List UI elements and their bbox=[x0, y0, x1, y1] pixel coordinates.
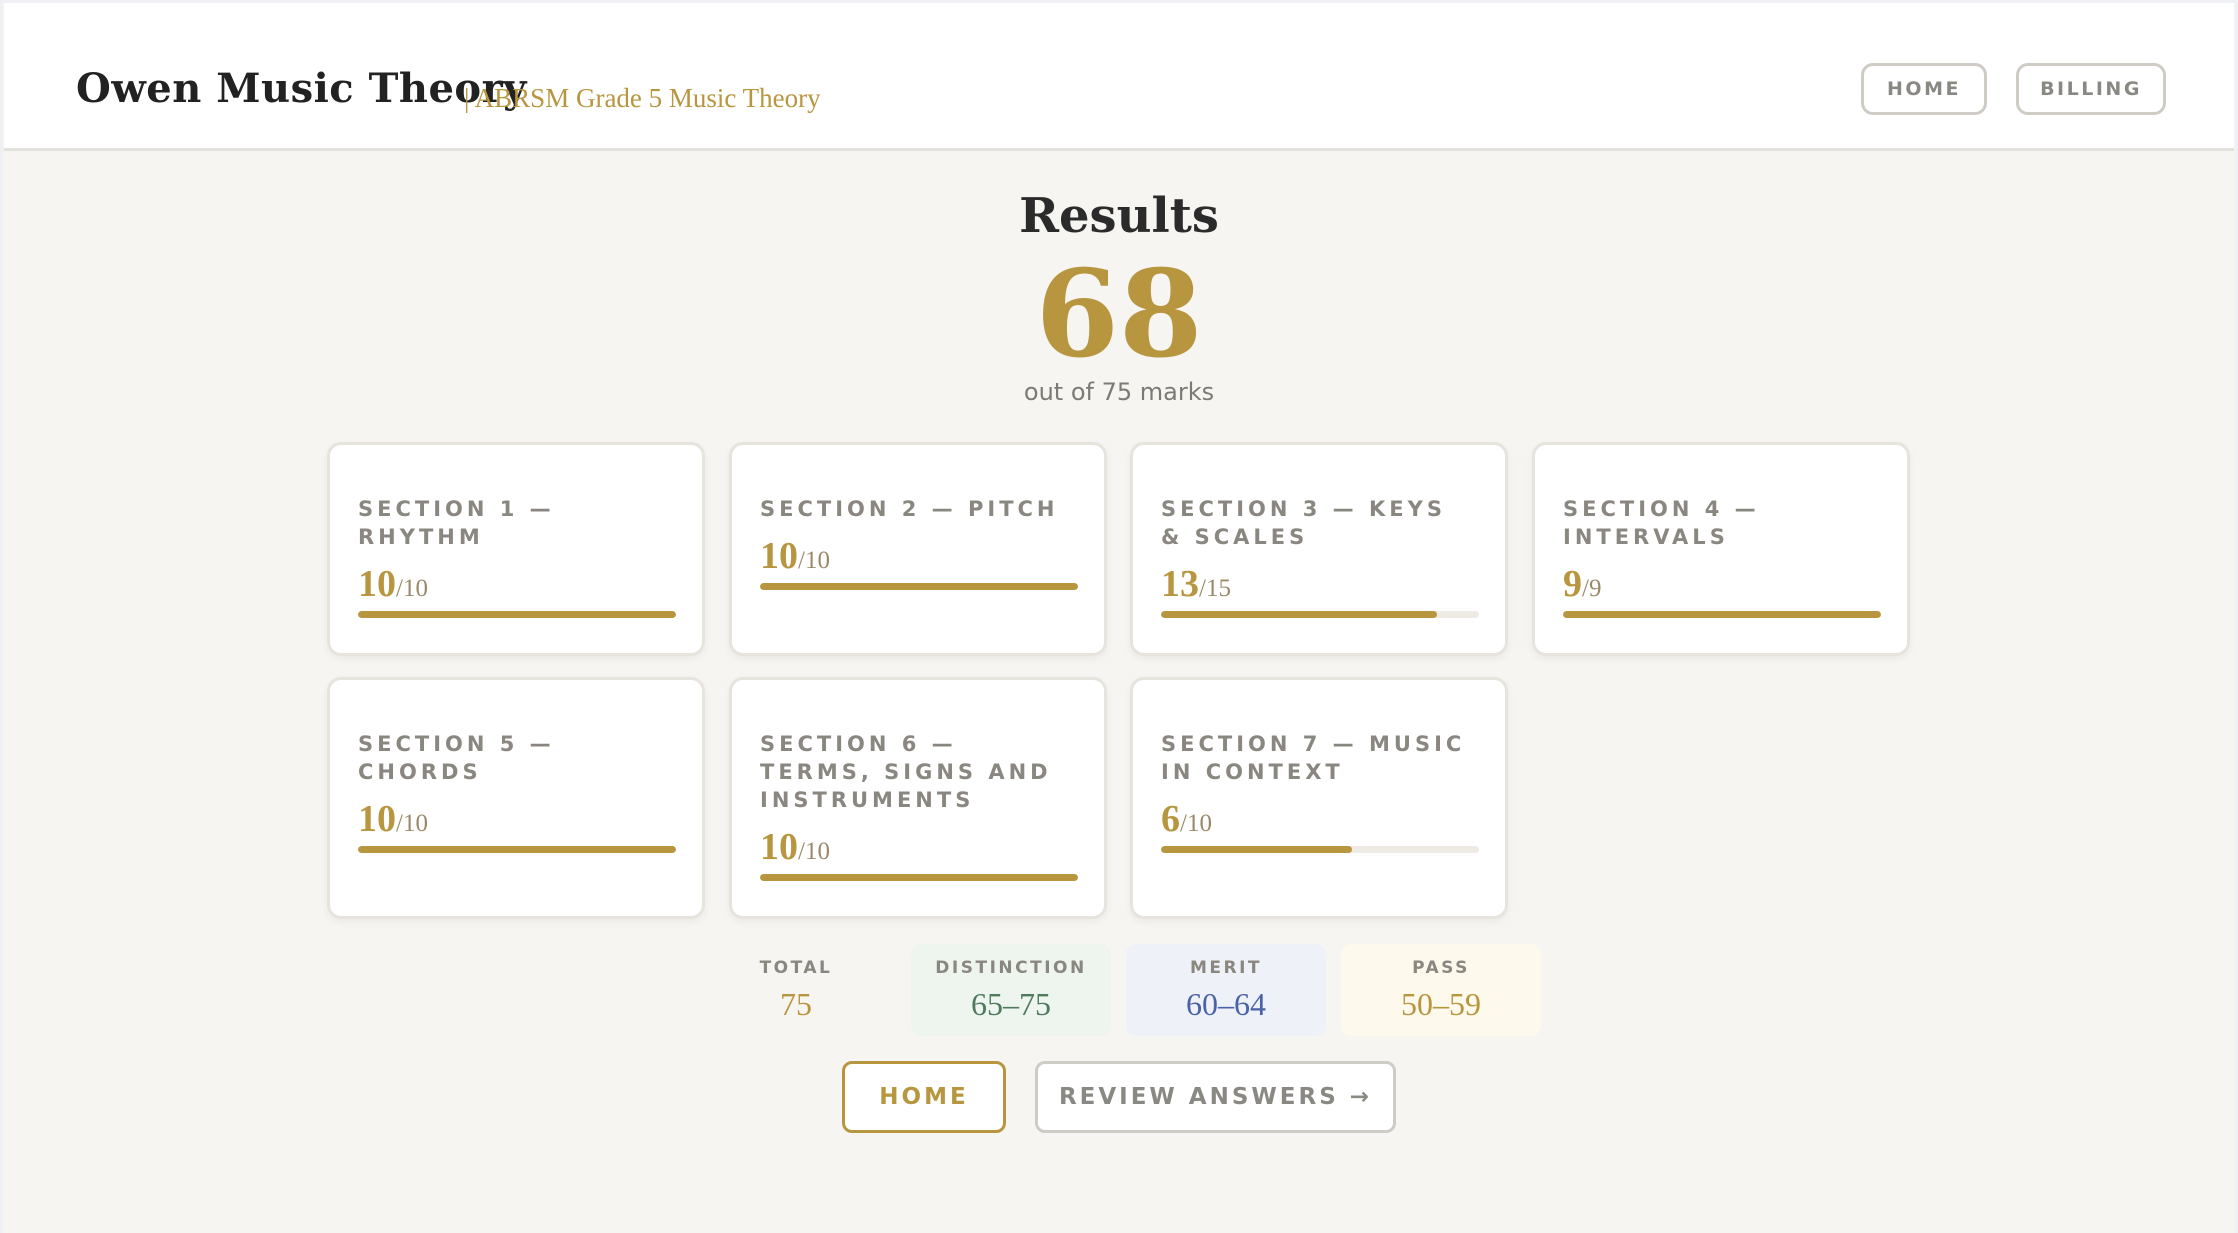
score-max: /10 bbox=[798, 838, 830, 865]
score-max: /10 bbox=[798, 547, 830, 574]
score-value: 10 bbox=[358, 798, 396, 840]
section-score: 10/10 bbox=[760, 537, 1076, 575]
score-value: 13 bbox=[1161, 563, 1199, 605]
section-title: SECTION 3 — KEYS & SCALES bbox=[1161, 497, 1446, 549]
nav-home-button[interactable]: HOME bbox=[1861, 63, 1987, 115]
grade-label: PASS bbox=[1412, 958, 1470, 978]
section-progress-bar bbox=[358, 846, 676, 853]
score-max: /9 bbox=[1582, 575, 1602, 602]
section-progress-bar bbox=[1161, 846, 1479, 853]
brand-title[interactable]: Owen Music Theory bbox=[76, 65, 527, 112]
grade-label: MERIT bbox=[1189, 958, 1263, 978]
progress-fill bbox=[358, 611, 676, 618]
grade-label: TOTAL bbox=[759, 958, 833, 978]
section-progress-bar bbox=[760, 583, 1078, 590]
section-card-3: SECTION 3 — KEYS & SCALES 13/15 bbox=[1130, 442, 1508, 656]
section-card-2: SECTION 2 — PITCH 10/10 bbox=[729, 442, 1107, 656]
grade-label: DISTINCTION bbox=[935, 958, 1087, 978]
section-score: 6/10 bbox=[1161, 800, 1477, 838]
section-card-4: SECTION 4 — INTERVALS 9/9 bbox=[1532, 442, 1910, 656]
section-score: 10/10 bbox=[760, 828, 1076, 866]
section-title: SECTION 5 — CHORDS bbox=[358, 732, 555, 784]
top-header: Owen Music Theory | ABRSM Grade 5 Music … bbox=[4, 3, 2234, 151]
section-score: 9/9 bbox=[1563, 565, 1879, 603]
section-title: SECTION 6 — TERMS, SIGNS AND INSTRUMENTS bbox=[760, 732, 1052, 812]
section-progress-bar bbox=[358, 611, 676, 618]
section-card-6: SECTION 6 — TERMS, SIGNS AND INSTRUMENTS… bbox=[729, 677, 1107, 919]
grade-value: 65–75 bbox=[971, 986, 1051, 1022]
home-button[interactable]: HOME bbox=[842, 1061, 1006, 1133]
section-card-5: SECTION 5 — CHORDS 10/10 bbox=[327, 677, 705, 919]
progress-fill bbox=[358, 846, 676, 853]
section-score: 10/10 bbox=[358, 800, 674, 838]
section-progress-bar bbox=[1161, 611, 1479, 618]
section-progress-bar bbox=[1563, 611, 1881, 618]
score-max: /10 bbox=[396, 810, 428, 837]
score-max: /10 bbox=[396, 575, 428, 602]
score-value: 10 bbox=[760, 535, 798, 577]
grade-value: 75 bbox=[780, 986, 812, 1022]
section-card-7: SECTION 7 — MUSIC IN CONTEXT 6/10 bbox=[1130, 677, 1508, 919]
review-answers-button[interactable]: REVIEW ANSWERS → bbox=[1035, 1061, 1396, 1133]
progress-fill bbox=[1161, 846, 1352, 853]
progress-fill bbox=[760, 874, 1078, 881]
score-value: 9 bbox=[1563, 563, 1582, 605]
section-title: SECTION 7 — MUSIC IN CONTEXT bbox=[1161, 732, 1466, 784]
brand-subtitle: | ABRSM Grade 5 Music Theory bbox=[464, 83, 821, 113]
section-score: 13/15 bbox=[1161, 565, 1477, 603]
score-value: 10 bbox=[358, 563, 396, 605]
grade-total: TOTAL 75 bbox=[696, 944, 896, 1036]
score-value: 10 bbox=[760, 826, 798, 868]
progress-fill bbox=[1563, 611, 1881, 618]
total-score: 68 bbox=[1035, 244, 1203, 385]
score-max: /10 bbox=[1180, 810, 1212, 837]
score-max: /15 bbox=[1199, 575, 1231, 602]
section-card-1: SECTION 1 — RHYTHM 10/10 bbox=[327, 442, 705, 656]
section-title: SECTION 4 — INTERVALS bbox=[1563, 497, 1760, 549]
section-progress-bar bbox=[760, 874, 1078, 881]
score-caption: out of 75 marks bbox=[1023, 378, 1215, 406]
score-value: 6 bbox=[1161, 798, 1180, 840]
grade-distinction: DISTINCTION 65–75 bbox=[911, 944, 1111, 1036]
section-title: SECTION 2 — PITCH bbox=[760, 497, 1059, 521]
grade-merit: MERIT 60–64 bbox=[1126, 944, 1326, 1036]
grade-pass: PASS 50–59 bbox=[1341, 944, 1541, 1036]
section-title: SECTION 1 — RHYTHM bbox=[358, 497, 555, 549]
section-score: 10/10 bbox=[358, 565, 674, 603]
nav-billing-button[interactable]: BILLING bbox=[2016, 63, 2166, 115]
grade-value: 60–64 bbox=[1186, 986, 1266, 1022]
progress-fill bbox=[760, 583, 1078, 590]
page-title: Results bbox=[1019, 188, 1219, 244]
grade-value: 50–59 bbox=[1401, 986, 1481, 1022]
progress-fill bbox=[1161, 611, 1437, 618]
